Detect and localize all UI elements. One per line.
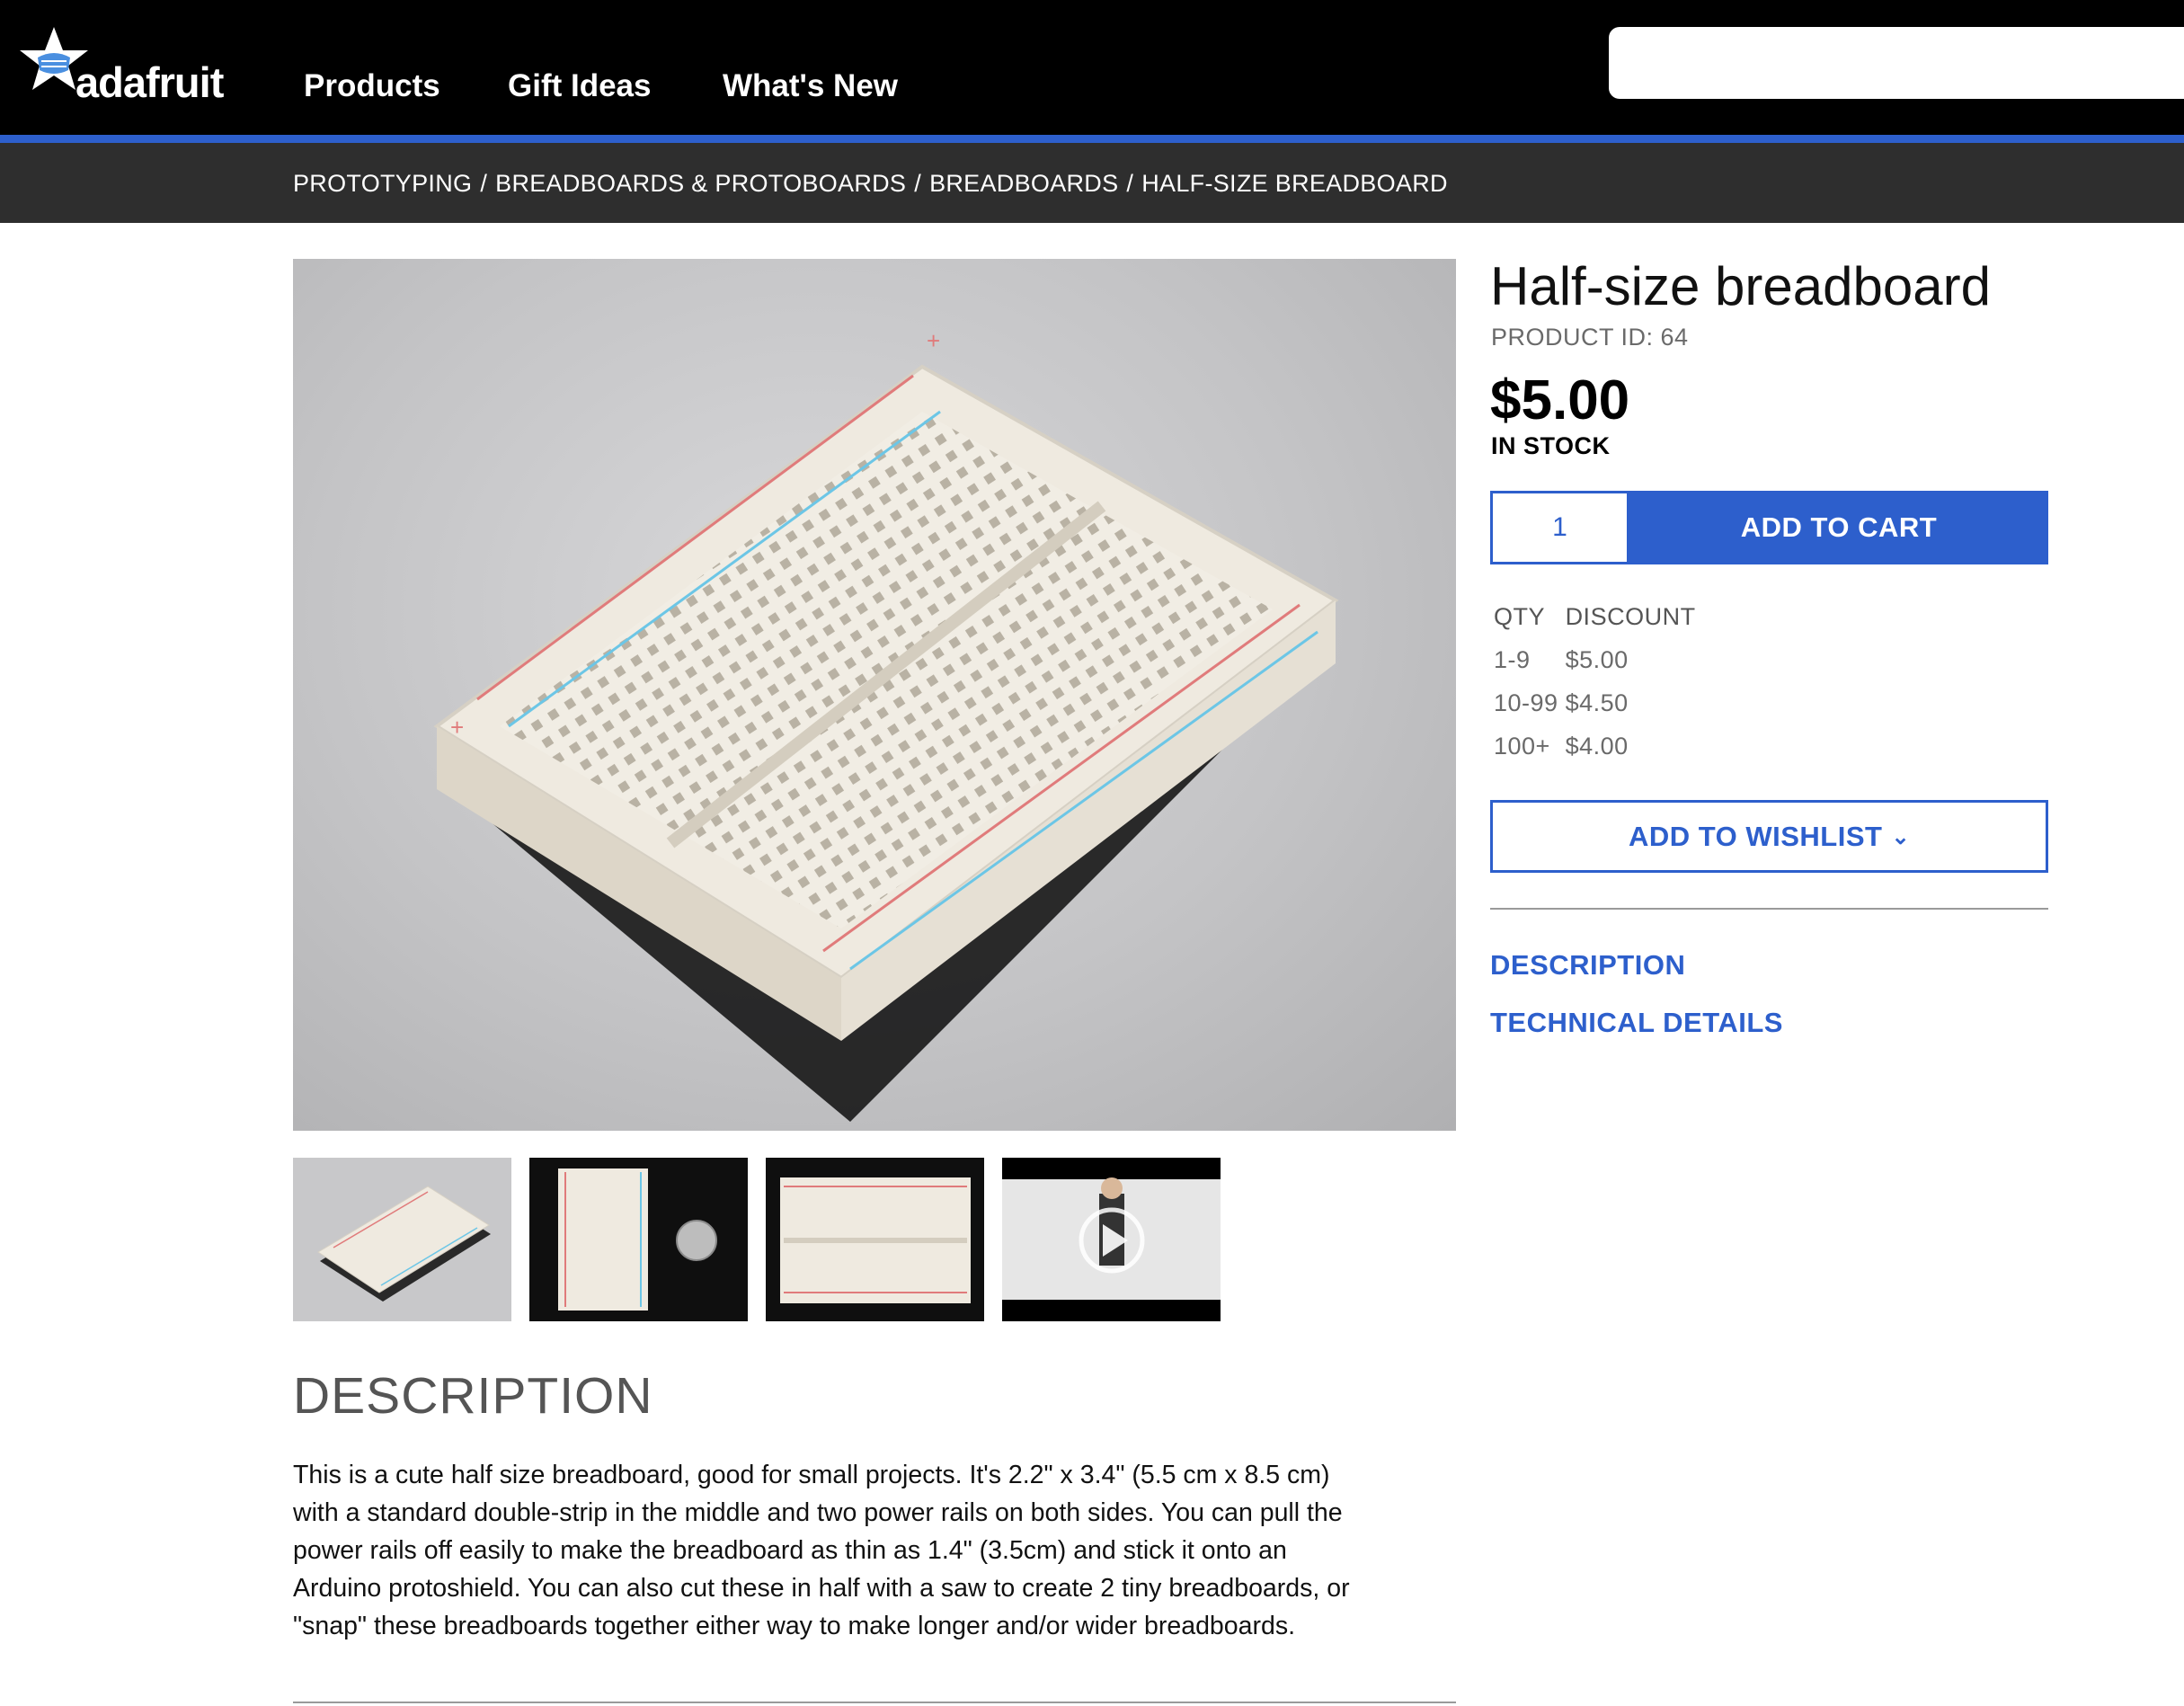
chevron-down-icon: ⌄ [1891,824,1911,849]
description-line: This is a cute half size breadboard, goo… [293,1461,1330,1489]
description-link[interactable]: DESCRIPTION [1490,949,1685,982]
svg-text:+: + [927,327,940,354]
discount-price: $5.00 [1565,645,1629,673]
stock-status: IN STOCK [1491,432,1611,459]
thumbnail-image [558,1168,717,1311]
nav-item-products[interactable]: Products [304,68,440,104]
description-line: Arduino protoshield. You can also cut th… [293,1574,1350,1603]
discount-qty: 1-9 [1494,645,1531,673]
thumbnail-image [317,1186,491,1302]
wishlist-label: ADD TO WISHLIST [1628,820,1883,852]
description-text: This is a cute half size breadboard, goo… [293,1456,1461,1645]
thumbnail-breadboard-with-coin[interactable] [529,1158,748,1321]
breadcrumb-separator: / [914,170,922,197]
discount-header-qty: QTY [1494,602,1546,630]
description-heading: DESCRIPTION [293,1367,653,1425]
nav-item-gift-ideas[interactable]: Gift Ideas [508,68,651,104]
nav-item-whats-new[interactable]: What's New [723,68,898,104]
table-row: 100+ $4.00 [1490,724,1700,768]
discount-qty: 10-99 [1494,689,1558,716]
product-price: $5.00 [1490,369,1630,431]
discount-table-header: QTY DISCOUNT [1490,595,1700,638]
table-row: 1-9 $5.00 [1490,638,1700,681]
breadcrumb: PROTOTYPING / BREADBOARDS & PROTOBOARDS / BR… [293,170,1448,198]
search-input[interactable] [1609,27,2184,99]
breadcrumb-prototyping[interactable]: PROTOTYPING [293,170,472,197]
description-line: "snap" these breadboards together either… [293,1612,1295,1640]
add-to-wishlist-button[interactable]: ADD TO WISHLIST ⌄ [1490,800,2048,873]
discount-table: QTY DISCOUNT 1-9 $5.00 10-99 $4.50 100+ … [1490,595,1700,768]
breadcrumb-breadboards-protoboards[interactable]: BREADBOARDS & PROTOBOARDS [495,170,906,197]
breadcrumb-separator: / [480,170,488,197]
description-line: power rails off easily to make the bread… [293,1536,1287,1565]
thumbnail-breadboard-top[interactable] [766,1158,984,1321]
description-line: with a standard double-strip in the midd… [293,1498,1343,1527]
quantity-input[interactable] [1490,491,1629,564]
thumbnail-video[interactable] [1002,1158,1221,1321]
add-to-cart-button[interactable]: ADD TO CART [1629,491,2048,564]
table-row: 10-99 $4.50 [1490,681,1700,724]
product-main-image[interactable]: + + [293,259,1456,1131]
discount-price: $4.50 [1565,689,1629,716]
discount-qty: 100+ [1494,732,1550,760]
breadcrumb-separator: / [1126,170,1134,197]
thumbnail-breadboard-angle[interactable] [293,1158,511,1321]
logo-wordmark[interactable]: adafruit [75,58,224,107]
discount-price: $4.00 [1565,732,1629,760]
breadcrumb-half-size-breadboard[interactable]: HALF-SIZE BREADBOARD [1141,170,1448,197]
breadcrumb-breadboards[interactable]: BREADBOARDS [929,170,1118,197]
technical-details-link[interactable]: TECHNICAL DETAILS [1490,1007,1783,1039]
discount-header-discount: DISCOUNT [1565,602,1696,630]
thumbnail-image [780,1177,971,1303]
divider [293,1702,1456,1703]
product-title: Half-size breadboard [1490,256,1991,316]
nav-accent-rule [0,135,2184,143]
thumbnail-image [1002,1177,1221,1300]
divider [1490,908,2048,910]
breadboard-illustration: + + [433,327,1339,1122]
svg-text:+: + [450,714,464,741]
product-id: PRODUCT ID: 64 [1491,324,1689,351]
